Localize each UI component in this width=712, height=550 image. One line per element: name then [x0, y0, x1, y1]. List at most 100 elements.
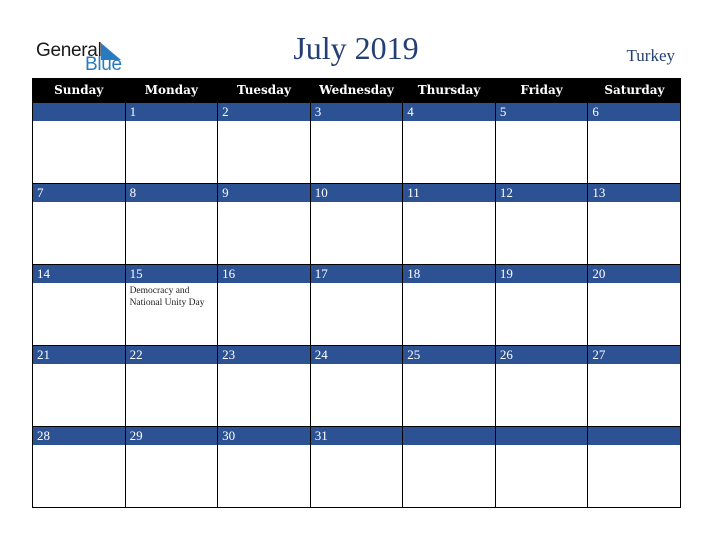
day-number: 17	[310, 265, 403, 283]
week-row: 123456	[32, 102, 681, 184]
day-number: 28	[33, 427, 125, 445]
day-body	[218, 364, 310, 426]
day-number: 16	[218, 265, 310, 283]
weekday-thursday: Thursday	[402, 78, 496, 103]
day-cell[interactable]: 28	[32, 426, 126, 508]
day-body	[126, 445, 218, 507]
day-cell[interactable]: 27	[587, 345, 681, 427]
day-body	[33, 121, 125, 183]
day-body	[126, 364, 218, 426]
day-cell[interactable]: 21	[32, 345, 126, 427]
day-number: 25	[403, 346, 495, 364]
day-body	[126, 202, 218, 264]
day-number: 24	[310, 346, 403, 364]
day-cell[interactable]: 8	[124, 183, 219, 265]
day-body	[311, 364, 403, 426]
day-number: 31	[310, 427, 403, 445]
weekday-tuesday: Tuesday	[217, 78, 311, 103]
day-cell[interactable]	[402, 426, 496, 508]
day-body	[496, 202, 588, 264]
day-cell[interactable]: 24	[309, 345, 404, 427]
day-number: 11	[403, 184, 495, 202]
day-number: 15	[125, 265, 218, 283]
day-body	[311, 445, 403, 507]
day-cell[interactable]	[494, 426, 589, 508]
day-number: 26	[495, 346, 588, 364]
day-number: 19	[495, 265, 588, 283]
day-number: 12	[495, 184, 588, 202]
day-number	[495, 427, 588, 445]
calendar-grid: Sunday Monday Tuesday Wednesday Thursday…	[32, 78, 681, 508]
day-cell[interactable]: 26	[494, 345, 589, 427]
day-body	[588, 121, 680, 183]
day-cell[interactable]: 7	[32, 183, 126, 265]
day-cell[interactable]: 25	[402, 345, 496, 427]
day-number: 13	[588, 184, 680, 202]
day-cell[interactable]: 22	[124, 345, 219, 427]
day-number: 30	[218, 427, 310, 445]
day-body	[218, 202, 310, 264]
day-body	[33, 202, 125, 264]
week-row: 14 15 Democracy and National Unity Day 16 17…	[32, 264, 681, 346]
weekday-saturday: Saturday	[587, 78, 681, 103]
day-cell[interactable]: 23	[217, 345, 311, 427]
day-number: 10	[310, 184, 403, 202]
day-cell[interactable]: 14	[32, 264, 126, 346]
day-number	[588, 427, 680, 445]
day-body	[403, 121, 495, 183]
day-body	[33, 283, 125, 345]
day-body	[311, 283, 403, 345]
day-cell[interactable]: 12	[494, 183, 589, 265]
day-body: Democracy and National Unity Day	[126, 283, 218, 345]
day-body	[403, 445, 495, 507]
day-body	[588, 364, 680, 426]
day-cell[interactable]	[32, 102, 126, 184]
week-row: 7 8 9 10 11 12 13	[32, 183, 681, 265]
week-row: 21 22 23 24 25 26 27	[32, 345, 681, 427]
day-body	[311, 121, 403, 183]
day-body	[126, 121, 218, 183]
holiday-event: Democracy and National Unity Day	[129, 286, 205, 308]
day-body	[311, 202, 403, 264]
day-body	[33, 445, 125, 507]
day-body	[496, 121, 588, 183]
day-number: 1	[125, 103, 218, 121]
day-cell[interactable]: 2	[217, 102, 311, 184]
day-cell[interactable]: 6	[587, 102, 681, 184]
calendar-title: July 2019	[293, 30, 419, 66]
day-number: 18	[403, 265, 495, 283]
day-cell[interactable]: 20	[587, 264, 681, 346]
day-cell[interactable]: 17	[309, 264, 404, 346]
day-cell[interactable]: 10	[309, 183, 404, 265]
day-number: 14	[33, 265, 125, 283]
day-body	[218, 283, 310, 345]
day-body	[496, 283, 588, 345]
day-number: 6	[588, 103, 680, 121]
day-cell[interactable]: 9	[217, 183, 311, 265]
day-number	[403, 427, 495, 445]
day-cell[interactable]: 29	[124, 426, 219, 508]
day-cell[interactable]: 3	[309, 102, 404, 184]
day-cell[interactable]	[587, 426, 681, 508]
weekday-monday: Monday	[124, 78, 218, 103]
day-cell[interactable]: 16	[217, 264, 311, 346]
day-number: 27	[588, 346, 680, 364]
day-cell[interactable]: 11	[402, 183, 496, 265]
weekday-header-row: Sunday Monday Tuesday Wednesday Thursday…	[32, 78, 681, 103]
day-cell[interactable]: 30	[217, 426, 311, 508]
day-number: 7	[33, 184, 125, 202]
day-body	[496, 445, 588, 507]
country-label: Turkey	[626, 46, 676, 65]
day-cell[interactable]: 13	[587, 183, 681, 265]
day-body	[403, 202, 495, 264]
day-cell[interactable]: 5	[494, 102, 589, 184]
day-cell[interactable]: 18	[402, 264, 496, 346]
day-cell[interactable]: 19	[494, 264, 589, 346]
day-cell[interactable]: 1	[124, 102, 219, 184]
day-cell[interactable]: 4	[402, 102, 496, 184]
day-cell[interactable]: 15 Democracy and National Unity Day	[124, 264, 219, 346]
week-row: 28 29 30 31	[32, 426, 681, 508]
day-body	[496, 364, 588, 426]
day-cell[interactable]: 31	[309, 426, 404, 508]
day-number: 21	[33, 346, 125, 364]
